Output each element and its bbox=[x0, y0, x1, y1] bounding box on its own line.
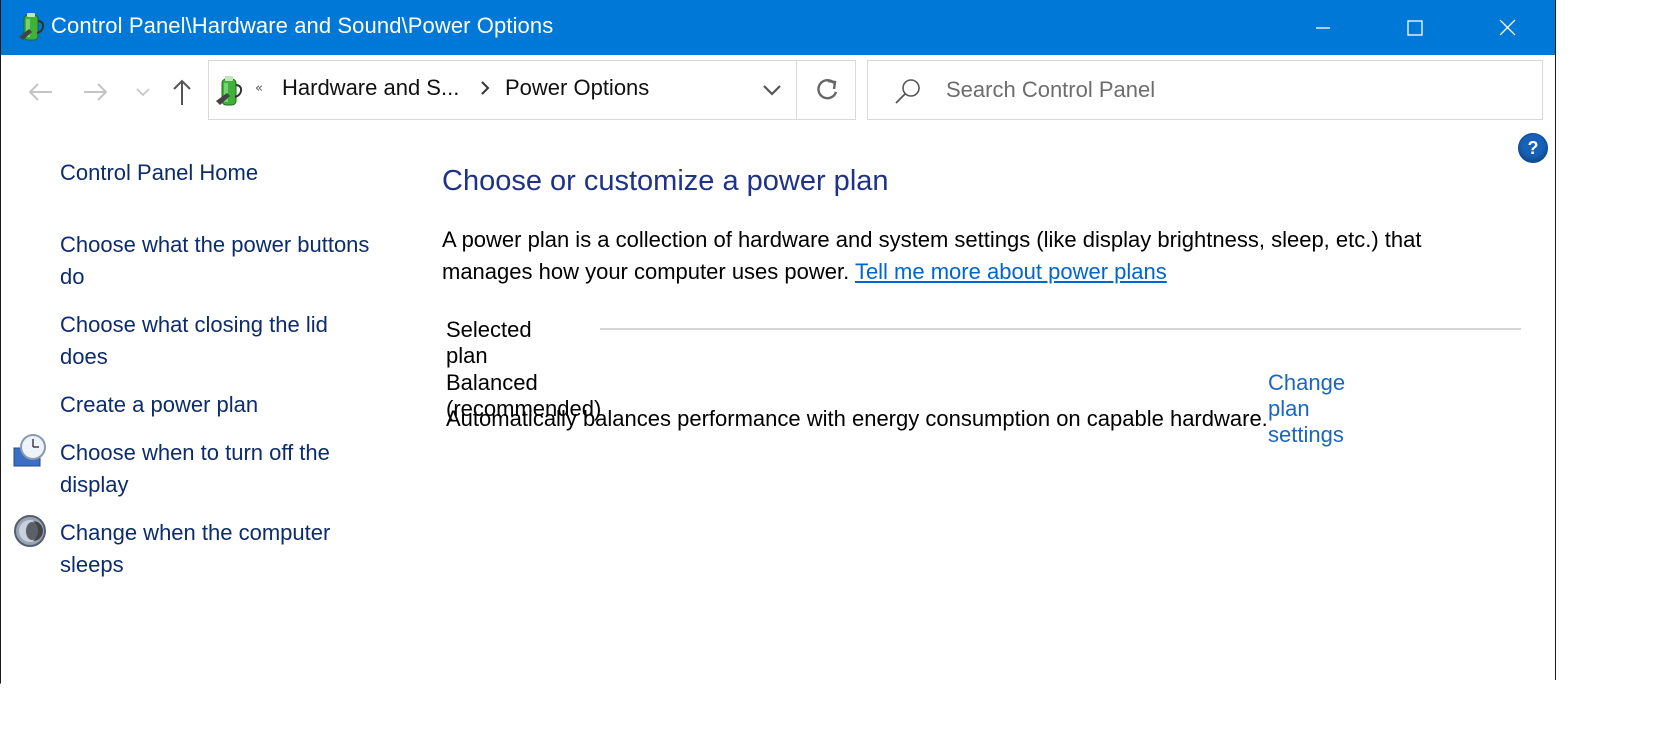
group-divider bbox=[600, 328, 1521, 330]
search-box[interactable] bbox=[867, 60, 1543, 120]
close-button[interactable] bbox=[1461, 0, 1553, 55]
page-description: A power plan is a collection of hardware… bbox=[442, 224, 1502, 288]
plan-description: Automatically balances performance with … bbox=[446, 406, 1268, 431]
chevron-down-icon bbox=[136, 88, 150, 97]
arrow-up-icon bbox=[173, 79, 191, 105]
address-bar[interactable]: « Hardware and S... Power Options bbox=[208, 60, 856, 120]
arrow-right-icon bbox=[84, 83, 108, 101]
refresh-button[interactable] bbox=[796, 61, 857, 119]
navigation-bar: « Hardware and S... Power Options bbox=[1, 55, 1555, 127]
chevron-down-icon bbox=[763, 85, 781, 96]
help-button[interactable]: ? bbox=[1518, 133, 1548, 163]
page-title: Choose or customize a power plan bbox=[442, 165, 889, 197]
recent-locations-button[interactable] bbox=[129, 75, 157, 109]
power-options-icon bbox=[19, 13, 45, 41]
minimize-button[interactable] bbox=[1277, 0, 1369, 55]
sidebar-item-closing-lid[interactable]: Choose what closing the lid does bbox=[60, 309, 380, 373]
breadcrumb-power-options[interactable]: Power Options bbox=[505, 75, 649, 101]
search-input[interactable] bbox=[946, 73, 1506, 107]
close-icon bbox=[1499, 19, 1515, 36]
sidebar-item-control-panel-home[interactable]: Control Panel Home bbox=[60, 157, 380, 189]
selected-plan-label: Selected plan bbox=[446, 317, 532, 368]
arrow-left-icon bbox=[28, 83, 52, 101]
maximize-icon bbox=[1407, 19, 1423, 36]
sidebar-item-turn-off-display[interactable]: Choose when to turn off the display bbox=[60, 437, 380, 501]
address-dropdown-button[interactable] bbox=[749, 61, 795, 119]
sidebar-item-computer-sleeps[interactable]: Change when the computer sleeps bbox=[60, 517, 380, 581]
breadcrumb-overflow[interactable]: « bbox=[255, 81, 263, 96]
learn-more-link[interactable]: Tell me more about power plans bbox=[855, 259, 1167, 284]
power-options-window: Control Panel\Hardware and Sound\Power O… bbox=[0, 0, 1556, 696]
forward-button[interactable] bbox=[79, 75, 113, 109]
moon-icon bbox=[14, 515, 46, 547]
refresh-icon bbox=[817, 78, 838, 100]
title-bar[interactable]: Control Panel\Hardware and Sound\Power O… bbox=[1, 0, 1555, 55]
sidebar-item-power-buttons[interactable]: Choose what the power buttons do bbox=[60, 229, 380, 293]
help-icon: ? bbox=[1527, 137, 1539, 158]
minimize-icon bbox=[1316, 26, 1330, 29]
breadcrumb-hardware-and-sound[interactable]: Hardware and S... bbox=[282, 75, 459, 101]
power-options-icon bbox=[216, 76, 243, 106]
window-title: Control Panel\Hardware and Sound\Power O… bbox=[51, 13, 554, 38]
sidebar-item-create-plan[interactable]: Create a power plan bbox=[60, 389, 380, 421]
back-button[interactable] bbox=[23, 75, 57, 109]
change-plan-settings-link[interactable]: Change plan settings bbox=[1268, 370, 1345, 448]
maximize-button[interactable] bbox=[1369, 0, 1461, 55]
up-button[interactable] bbox=[165, 75, 199, 109]
search-icon bbox=[895, 79, 920, 104]
chevron-right-icon[interactable] bbox=[479, 79, 491, 97]
monitor-clock-icon bbox=[13, 434, 46, 467]
